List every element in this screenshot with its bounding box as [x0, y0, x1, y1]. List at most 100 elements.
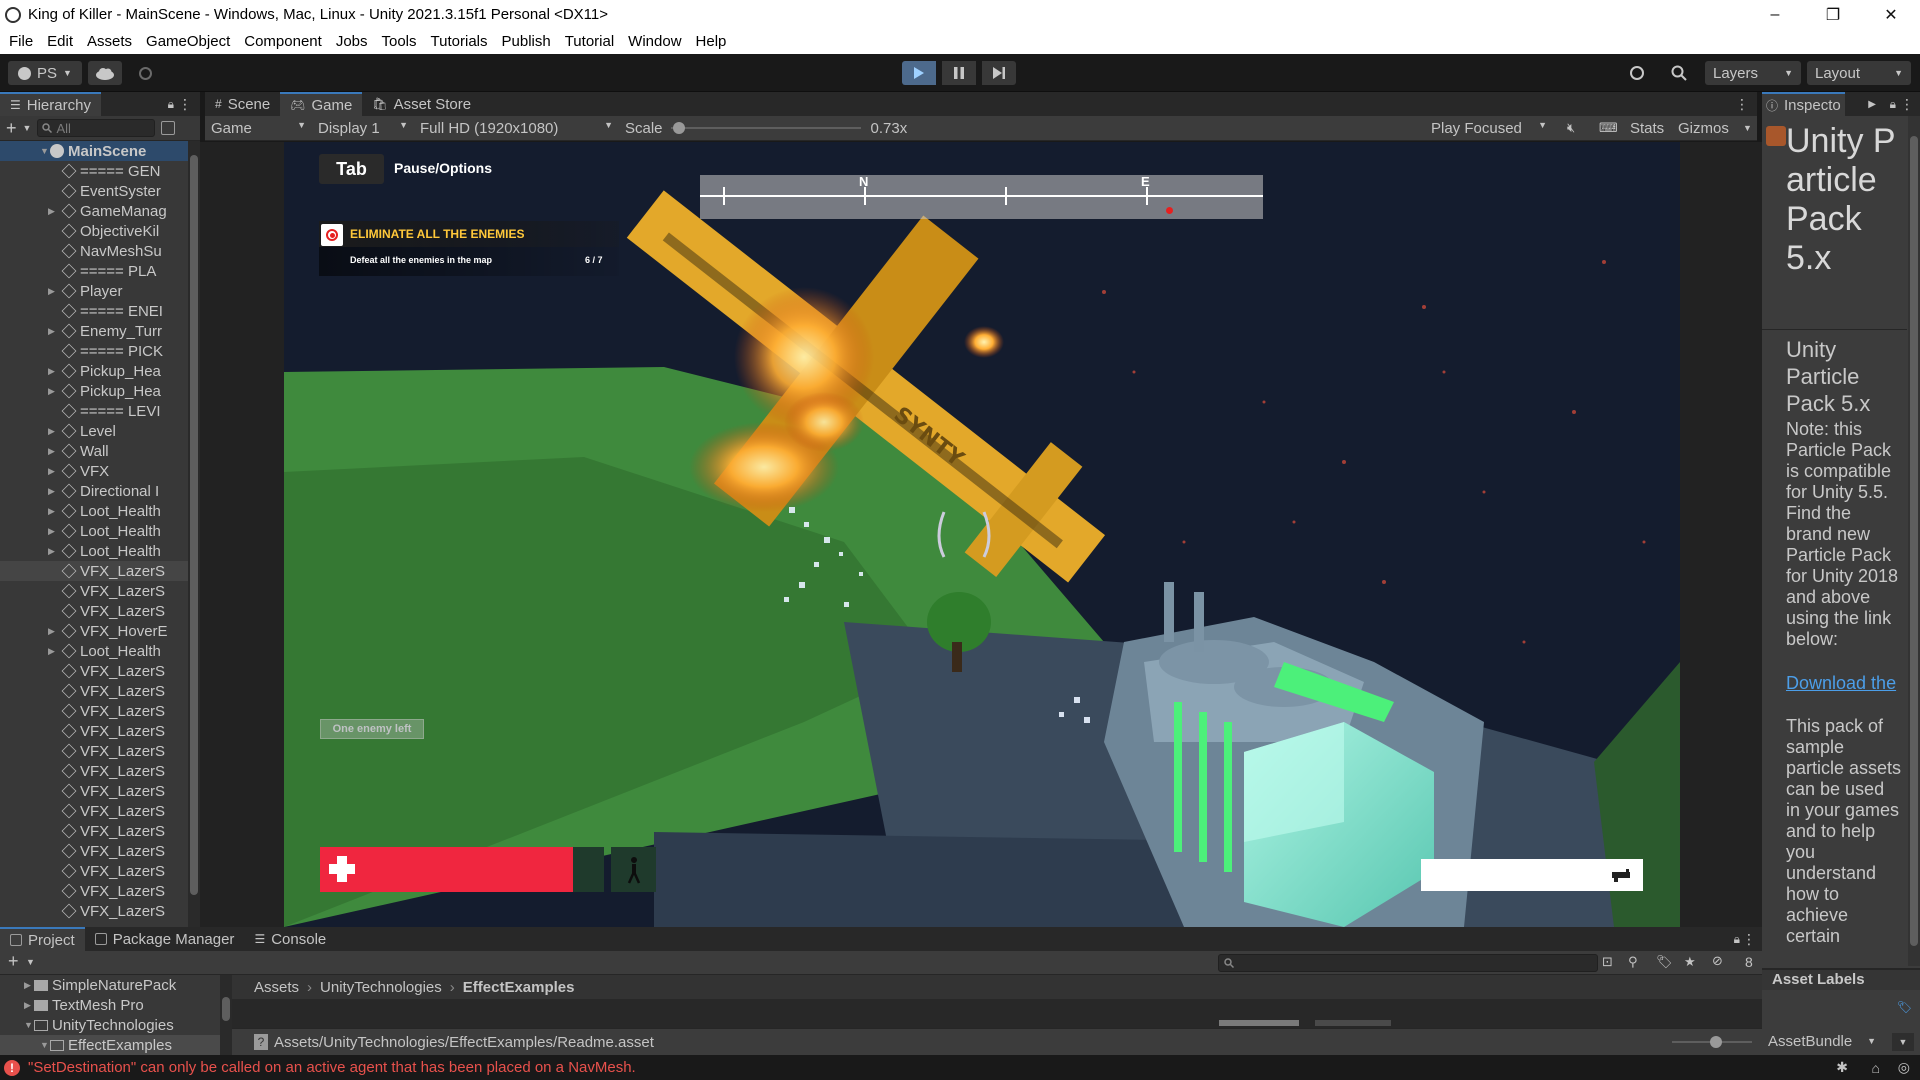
tab-hierarchy[interactable]: ☰ Hierarchy — [0, 92, 101, 116]
hierarchy-item[interactable]: ▶ Loot_Health — [0, 521, 200, 541]
hierarchy-item[interactable]: VFX_LazerS — [0, 561, 200, 581]
lock-icon[interactable]: 🔒︎ — [1734, 932, 1740, 947]
hierarchy-search-input[interactable]: All — [37, 119, 156, 137]
scrollbar-thumb[interactable] — [222, 997, 230, 1021]
search-button[interactable] — [1664, 61, 1694, 85]
chevron-down-icon[interactable]: ▼ — [23, 123, 32, 133]
scrollbar-thumb[interactable] — [190, 155, 198, 895]
hierarchy-item[interactable]: ▶ Player — [0, 281, 200, 301]
expand-arrow-icon[interactable]: ▼ — [40, 146, 50, 156]
menu-tutorial[interactable]: Tutorial — [558, 33, 621, 50]
chevron-right-icon[interactable]: ▶ — [1868, 99, 1876, 110]
hierarchy-item[interactable]: VFX_LazerS — [0, 781, 200, 801]
hierarchy-item[interactable]: VFX_LazerS — [0, 841, 200, 861]
expand-arrow-icon[interactable]: ▶ — [48, 326, 58, 337]
hierarchy-item[interactable]: VFX_LazerS — [0, 581, 200, 601]
hierarchy-item[interactable]: VFX_LazerS — [0, 681, 200, 701]
hierarchy-item[interactable]: VFX_LazerS — [0, 721, 200, 741]
menu-file[interactable]: File — [2, 33, 40, 50]
expand-arrow-icon[interactable]: ▶ — [48, 446, 58, 457]
hierarchy-item[interactable]: ===== GEN — [0, 161, 200, 181]
hierarchy-item[interactable]: VFX_LazerS — [0, 861, 200, 881]
asset-bundle-dropdown[interactable]: AssetBundle ▼ — [1768, 1033, 1876, 1051]
scrollbar-thumb[interactable] — [1910, 136, 1918, 946]
game-mode-dropdown[interactable]: Game ▼ — [205, 120, 312, 137]
hierarchy-item[interactable]: ▶ Loot_Health — [0, 641, 200, 661]
menu-assets[interactable]: Assets — [80, 33, 139, 50]
hierarchy-item[interactable]: ▶ Loot_Health — [0, 501, 200, 521]
expand-arrow-icon[interactable]: ▶ — [48, 626, 58, 637]
lock-icon[interactable]: 🔒︎ — [168, 97, 174, 112]
tree-scrollbar[interactable] — [220, 975, 232, 1055]
pause-button[interactable] — [942, 61, 976, 85]
hierarchy-item[interactable]: ===== LEVI — [0, 401, 200, 421]
display-dropdown[interactable]: Display 1 ▼ — [312, 120, 414, 137]
tree-item[interactable]: ▶ TextMesh Pro — [0, 995, 232, 1015]
hierarchy-item[interactable]: ===== PICK — [0, 341, 200, 361]
hierarchy-item[interactable]: VFX_LazerS — [0, 761, 200, 781]
hierarchy-item[interactable]: ObjectiveKil — [0, 221, 200, 241]
download-link[interactable]: Download the — [1786, 673, 1902, 694]
tab-asset-store[interactable]: 🛍︎ Asset Store — [362, 92, 481, 116]
close-button[interactable]: ✕ — [1862, 0, 1920, 29]
hierarchy-item[interactable]: ===== ENEI — [0, 301, 200, 321]
layout-dropdown[interactable]: Layout ▼ — [1807, 61, 1911, 85]
hierarchy-item[interactable]: ▶ Enemy_Turr — [0, 321, 200, 341]
hierarchy-scrollbar[interactable] — [188, 141, 200, 927]
favorite-star-icon[interactable]: ★ — [1684, 954, 1696, 970]
kebab-menu-icon[interactable]: ⋮ — [1735, 96, 1749, 113]
add-icon[interactable]: + — [6, 118, 17, 139]
breadcrumb-item[interactable]: Assets — [254, 979, 299, 996]
mute-audio-icon[interactable]: 🔇︎ — [1567, 120, 1575, 136]
gizmos-button[interactable]: Gizmos — [1678, 120, 1729, 137]
cloud-button[interactable] — [88, 61, 122, 85]
search-by-type-icon[interactable]: ⊡ — [1602, 954, 1613, 970]
expand-arrow-icon[interactable]: ▶ — [48, 426, 58, 437]
expand-arrow-icon[interactable]: ▶ — [48, 386, 58, 397]
lock-icon[interactable]: 🔒︎ — [1890, 97, 1896, 112]
hierarchy-item[interactable]: VFX_LazerS — [0, 901, 200, 921]
hierarchy-item[interactable]: ▶ Level — [0, 421, 200, 441]
kebab-menu-icon[interactable]: ⋮ — [1742, 931, 1756, 948]
expand-arrow-icon[interactable]: ▶ — [48, 286, 58, 297]
slider-thumb[interactable] — [672, 122, 685, 134]
expand-arrow-icon[interactable]: ▶ — [48, 506, 58, 517]
tab-console[interactable]: ☰ Console — [244, 927, 336, 951]
menu-tutorials[interactable]: Tutorials — [424, 33, 495, 50]
expand-arrow-icon[interactable]: ▼ — [40, 1040, 50, 1050]
expand-arrow-icon[interactable]: ▶ — [48, 546, 58, 557]
pause-options-label[interactable]: Pause/Options — [394, 160, 492, 176]
expand-arrow-icon[interactable]: ▶ — [48, 466, 58, 477]
kebab-menu-icon[interactable]: ⋮ — [1900, 96, 1914, 113]
menu-edit[interactable]: Edit — [40, 33, 80, 50]
label-filter-icon[interactable]: 🏷︎ — [1656, 954, 1673, 970]
menu-window[interactable]: Window — [621, 33, 688, 50]
add-icon[interactable]: + — [8, 951, 19, 972]
hierarchy-item[interactable]: ▶ Wall — [0, 441, 200, 461]
expand-arrow-icon[interactable]: ▶ — [48, 366, 58, 377]
tab-scene[interactable]: # Scene — [205, 92, 280, 116]
hierarchy-item[interactable]: ▶ GameManag — [0, 201, 200, 221]
game-viewport[interactable]: SYNTY Tab Pause/Options N E ELIMINATE AL… — [284, 142, 1680, 927]
tab-package-manager[interactable]: Package Manager — [85, 927, 245, 951]
tree-item[interactable]: ▼ UnityTechnologies — [0, 1015, 232, 1035]
expand-arrow-icon[interactable]: ▶ — [48, 486, 58, 497]
hierarchy-item[interactable]: ▶ Directional I — [0, 481, 200, 501]
resolution-dropdown[interactable]: Full HD (1920x1080) ▼ — [414, 120, 619, 137]
hierarchy-item[interactable]: VFX_LazerS — [0, 601, 200, 621]
inspector-scrollbar[interactable] — [1908, 116, 1920, 966]
hierarchy-item[interactable]: ▶ Pickup_Hea — [0, 381, 200, 401]
menu-component[interactable]: Component — [237, 33, 329, 50]
expand-arrow-icon[interactable]: ▶ — [48, 526, 58, 537]
keyboard-icon[interactable]: ⌨︎ — [1599, 120, 1618, 136]
settings-check-icon[interactable]: ◎ — [1898, 1059, 1910, 1076]
tree-item[interactable]: ▶ SimpleNaturePack — [0, 975, 232, 995]
menu-tools[interactable]: Tools — [375, 33, 424, 50]
filter-icon[interactable]: ⚲ — [1628, 954, 1638, 970]
history-button[interactable] — [1622, 61, 1652, 85]
hierarchy-item[interactable]: VFX_LazerS — [0, 701, 200, 721]
breadcrumb-item[interactable]: EffectExamples — [463, 979, 575, 996]
expand-arrow-icon[interactable]: ▶ — [24, 980, 34, 991]
maximize-button[interactable]: ❐ — [1804, 0, 1862, 29]
hierarchy-item[interactable]: VFX_LazerS — [0, 661, 200, 681]
